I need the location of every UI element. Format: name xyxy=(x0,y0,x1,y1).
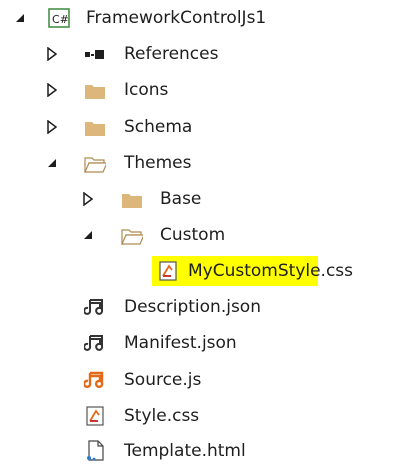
expanded-arrow-icon[interactable] xyxy=(45,156,59,170)
folder-icon xyxy=(84,80,106,102)
tree-item-mycustomstyle[interactable]: MyCustomStyle.css xyxy=(0,255,420,287)
collapsed-arrow-icon[interactable] xyxy=(45,120,59,134)
tree-item-label: Description.json xyxy=(124,297,261,317)
tree-item-label: Themes xyxy=(124,153,192,173)
collapsed-arrow-icon[interactable] xyxy=(45,83,59,97)
tree-row-project[interactable]: C# FrameworkControlJs1 xyxy=(0,2,420,34)
collapsed-arrow-icon[interactable] xyxy=(81,192,95,206)
json-file-icon xyxy=(84,332,106,354)
folder-open-icon xyxy=(121,225,143,247)
tree-item-label: Source.js xyxy=(124,370,202,390)
project-label: FrameworkControlJs1 xyxy=(86,8,267,28)
tree-item-icons[interactable]: Icons xyxy=(0,74,420,106)
tree-item-label: References xyxy=(124,44,219,64)
tree-item-schema[interactable]: Schema xyxy=(0,111,420,143)
tree-item-references[interactable]: References xyxy=(0,38,420,70)
tree-item-label: Style.css xyxy=(124,406,200,426)
expanded-arrow-icon[interactable] xyxy=(13,11,27,25)
tree-item-themes[interactable]: Themes xyxy=(0,147,420,179)
svg-text:C#: C# xyxy=(52,13,69,26)
tree-item-label: Icons xyxy=(124,80,169,100)
json-file-icon xyxy=(84,296,106,318)
tree-item-style-css[interactable]: Style.css xyxy=(0,400,420,432)
tree-item-label: Manifest.json xyxy=(124,333,237,353)
tree-item-label: Schema xyxy=(124,117,193,137)
js-file-icon xyxy=(84,369,106,391)
folder-open-icon xyxy=(84,153,106,175)
collapsed-arrow-icon[interactable] xyxy=(45,47,59,61)
tree-item-base[interactable]: Base xyxy=(0,183,420,215)
html-file-icon xyxy=(84,440,106,462)
expanded-arrow-icon[interactable] xyxy=(81,228,95,242)
tree-item-label: Custom xyxy=(160,225,226,245)
tree-item-template-html[interactable]: Template.html xyxy=(0,435,420,467)
tree-item-manifest-json[interactable]: Manifest.json xyxy=(0,327,420,359)
tree-item-source-js[interactable]: Source.js xyxy=(0,364,420,396)
tree-item-description-json[interactable]: Description.json xyxy=(0,291,420,323)
tree-item-label: Template.html xyxy=(124,441,246,461)
css-file-icon xyxy=(157,260,179,282)
csharp-project-icon: C# xyxy=(48,7,70,29)
css-file-icon xyxy=(84,405,106,427)
tree-item-label: Base xyxy=(160,189,202,209)
folder-icon xyxy=(84,117,106,139)
tree-item-custom[interactable]: Custom xyxy=(0,219,420,251)
folder-icon xyxy=(121,189,143,211)
tree-item-label: MyCustomStyle.css xyxy=(188,261,354,281)
references-icon xyxy=(84,44,106,66)
